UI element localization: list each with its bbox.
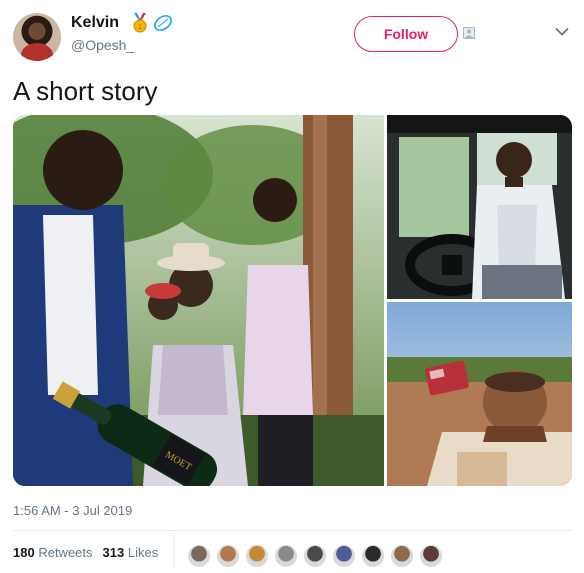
photo-bus-driver[interactable]	[387, 115, 572, 299]
liker-avatar[interactable]	[216, 544, 240, 568]
liker-avatar[interactable]	[361, 544, 385, 568]
retweets-stat[interactable]: 180 Retweets	[13, 545, 93, 560]
follow-button[interactable]: Follow	[354, 16, 458, 52]
user-display-name[interactable]: Kelvin	[71, 14, 119, 32]
svg-text:1: 1	[138, 24, 142, 31]
liker-avatars	[187, 544, 443, 568]
liker-avatar[interactable]	[245, 544, 269, 568]
photo-celebration[interactable]: MOET	[13, 115, 384, 486]
name-badges: 1	[131, 13, 173, 33]
tweet-stats: 180 Retweets 313 Likes	[13, 545, 158, 560]
likes-count: 313	[102, 545, 125, 560]
liker-avatar[interactable]	[274, 544, 298, 568]
stats-separator	[174, 535, 175, 569]
liker-avatar[interactable]	[332, 544, 356, 568]
likes-stat[interactable]: 313 Likes	[103, 545, 159, 560]
user-handle[interactable]: @Opesh_	[71, 37, 134, 53]
tweet-text: A short story	[13, 76, 158, 106]
media-grid: MOET	[13, 115, 572, 486]
rugby-ball-icon	[154, 15, 172, 31]
liker-avatar[interactable]	[303, 544, 327, 568]
retweets-count: 180	[13, 545, 35, 560]
liker-avatar[interactable]	[419, 544, 443, 568]
liker-avatar[interactable]	[187, 544, 211, 568]
photo-accident-selfie[interactable]	[387, 302, 572, 486]
retweets-label: Retweets	[38, 545, 93, 560]
liker-avatar[interactable]	[390, 544, 414, 568]
chevron-down-icon[interactable]	[555, 27, 569, 37]
likes-label: Likes	[127, 545, 159, 560]
divider	[13, 530, 572, 531]
medal-icon: 1	[133, 13, 147, 33]
follow-person-icon[interactable]	[463, 27, 475, 39]
tweet-timestamp[interactable]: 1:56 AM - 3 Jul 2019	[13, 503, 132, 518]
user-avatar[interactable]	[13, 13, 61, 61]
